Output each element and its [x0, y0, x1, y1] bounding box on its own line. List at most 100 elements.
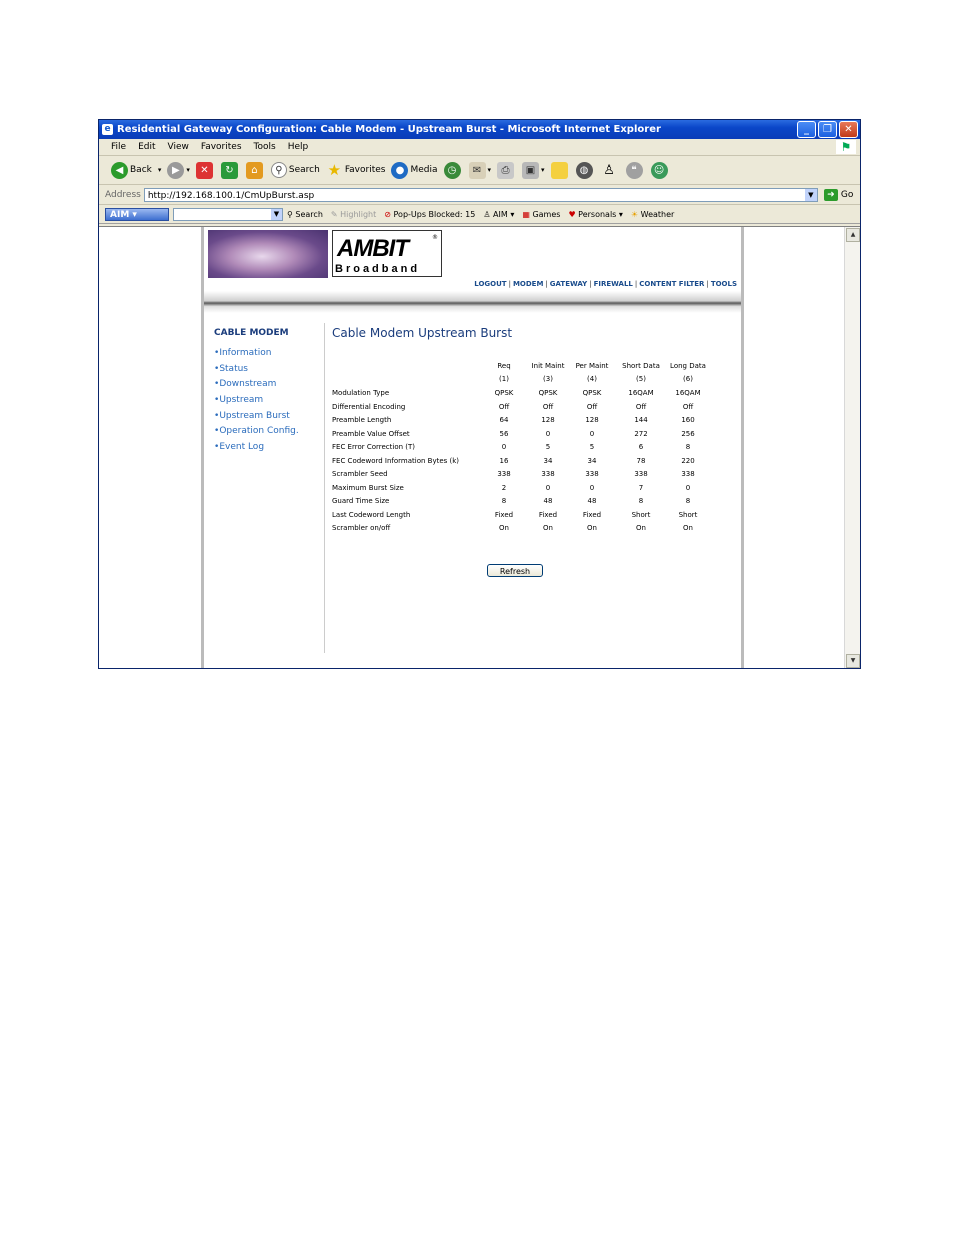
popups-blocked-button[interactable]: ⊘ Pop-Ups Blocked: 15 [384, 210, 475, 219]
menu-edit[interactable]: Edit [132, 142, 161, 152]
sidebar-item-operation-config[interactable]: •Operation Config. [214, 426, 299, 436]
refresh-button[interactable]: Refresh [487, 564, 543, 577]
print-button[interactable]: ⎙ [497, 161, 516, 179]
refresh-browser-button[interactable]: ↻ [220, 161, 240, 179]
aim-small-icon: ♙ [483, 209, 494, 219]
table-cell: QPSK [582, 389, 602, 397]
vertical-scrollbar[interactable]: ▲ ▼ [844, 227, 860, 668]
address-input[interactable]: http://192.168.100.1/CmUpBurst.asp ▼ [143, 187, 818, 202]
table-cell: On [636, 524, 646, 532]
column-subheader: (4) [587, 375, 597, 383]
toolbar: ◀ Back ▾ ▶ ▾ ✕ ↻ ⌂ ⚲ Search ★ Favorites … [99, 156, 860, 185]
aim-toolbar-button[interactable]: ♙ [601, 162, 620, 179]
edit-dropdown-icon[interactable]: ▾ [541, 166, 545, 174]
aim-link[interactable]: ♙ AIM ▾ [483, 210, 514, 219]
row-label: Differential Encoding [332, 402, 406, 411]
go-button[interactable]: ➜ Go [823, 188, 853, 201]
address-dropdown-icon[interactable]: ▼ [804, 188, 817, 201]
highlight-button[interactable]: ✎ Highlight [331, 210, 376, 219]
personals-link[interactable]: ♥ Personals ▾ [568, 210, 622, 219]
browser-window: e Residential Gateway Configuration: Cab… [98, 119, 861, 669]
nav-content-filter[interactable]: CONTENT FILTER [639, 280, 704, 288]
table-cell: 64 [499, 416, 509, 424]
table-cell: Short [678, 510, 698, 519]
aim-menu-button[interactable]: AIM ▾ [105, 207, 169, 221]
home-icon: ⌂ [245, 161, 263, 179]
sidebar: CABLE MODEM •Information •Status •Downst… [204, 323, 325, 653]
nav-firewall[interactable]: FIREWALL [594, 280, 633, 288]
menu-file[interactable]: File [99, 142, 132, 152]
back-arrow-icon: ◀ [111, 161, 128, 179]
back-dropdown-icon[interactable]: ▾ [158, 166, 162, 174]
windows-flag-icon: ⚑ [836, 140, 856, 154]
sidebar-item-information[interactable]: •Information [214, 348, 271, 358]
restore-button[interactable]: ❐ [818, 121, 837, 138]
sidebar-item-status[interactable]: •Status [214, 364, 248, 374]
history-button[interactable]: ◷ [443, 161, 463, 179]
nav-modem[interactable]: MODEM [513, 280, 543, 288]
page-title: Cable Modem Upstream Burst [332, 326, 513, 340]
forward-button[interactable]: ▶ ▾ [167, 161, 190, 179]
sidebar-item-upstream[interactable]: •Upstream [214, 395, 263, 405]
sidebar-item-event-log[interactable]: •Event Log [214, 442, 264, 452]
aim-search-button[interactable]: ⚲ Search [287, 210, 323, 219]
back-button[interactable]: ◀ Back ▾ [111, 161, 162, 179]
mail-button[interactable]: ✉ ▾ [468, 161, 492, 179]
sidebar-title: CABLE MODEM [214, 328, 289, 338]
nav-gateway[interactable]: GATEWAY [550, 280, 587, 288]
table-cell: On [683, 524, 693, 532]
heart-icon: ♥ [568, 209, 579, 219]
mail-dropdown-icon[interactable]: ▾ [488, 166, 492, 174]
games-link[interactable]: ▦ Games [522, 210, 560, 219]
ie-page-icon: e [102, 124, 113, 135]
favorites-button[interactable]: ★ Favorites [326, 161, 386, 179]
table-cell: 7 [638, 483, 644, 492]
mail-icon: ✉ [468, 161, 486, 179]
buddies-button[interactable]: ☺ [650, 161, 670, 179]
menu-tools[interactable]: Tools [248, 142, 282, 152]
close-button[interactable]: ✕ [839, 121, 858, 138]
aim-search-dropdown-icon[interactable]: ▼ [271, 208, 282, 220]
config-page: AMBIT ® Broadband LOGOUT | MODEM | GATEWAY | F… [201, 227, 744, 668]
media-button[interactable]: ● Media [391, 161, 438, 179]
column-header: Short Data [622, 362, 660, 370]
weather-link[interactable]: ☀ Weather [631, 210, 674, 219]
table-cell: 48 [543, 497, 553, 505]
scroll-down-icon[interactable]: ▼ [846, 654, 860, 668]
row-label: Last Codeword Length [332, 510, 411, 519]
nav-logout[interactable]: LOGOUT [474, 280, 506, 288]
table-cell: 160 [681, 416, 695, 424]
table-cell: 6 [638, 443, 644, 451]
menu-view[interactable]: View [162, 142, 195, 152]
edit-button[interactable]: ▣ ▾ [522, 161, 545, 179]
minimize-button[interactable]: _ [797, 121, 816, 138]
discuss-button[interactable] [550, 161, 570, 179]
table-cell: 5 [589, 443, 595, 451]
forward-dropdown-icon[interactable]: ▾ [186, 166, 190, 174]
sidebar-item-downstream[interactable]: •Downstream [214, 379, 276, 389]
research-button[interactable]: ◍ [575, 161, 595, 179]
table-cell: 56 [499, 429, 509, 438]
row-label: Guard Time Size [332, 497, 390, 505]
menu-bar: File Edit View Favorites Tools Help ⚑ [99, 139, 860, 156]
column-header: Init Maint [531, 362, 565, 370]
table-cell: QPSK [494, 389, 514, 397]
home-button[interactable]: ⌂ [245, 161, 265, 179]
menu-favorites[interactable]: Favorites [195, 142, 248, 152]
messenger-button[interactable]: ❝ [625, 161, 645, 179]
scroll-up-icon[interactable]: ▲ [846, 228, 860, 242]
title-bar: e Residential Gateway Configuration: Cab… [99, 120, 860, 139]
nav-tools[interactable]: TOOLS [711, 280, 737, 288]
row-label: Preamble Length [332, 416, 392, 424]
table-cell: 5 [545, 443, 551, 451]
aim-menu-label: AIM [110, 209, 130, 220]
sidebar-item-upstream-burst[interactable]: •Upstream Burst [214, 411, 290, 421]
search-button[interactable]: ⚲ Search [270, 162, 320, 178]
window-title: Residential Gateway Configuration: Cable… [117, 124, 661, 135]
buddies-icon: ☺ [650, 161, 668, 179]
table-cell: 78 [636, 456, 646, 465]
table-cell: 0 [685, 483, 691, 492]
menu-help[interactable]: Help [282, 142, 315, 152]
stop-button[interactable]: ✕ [195, 161, 215, 179]
aim-search-input[interactable]: ▼ [173, 207, 283, 221]
